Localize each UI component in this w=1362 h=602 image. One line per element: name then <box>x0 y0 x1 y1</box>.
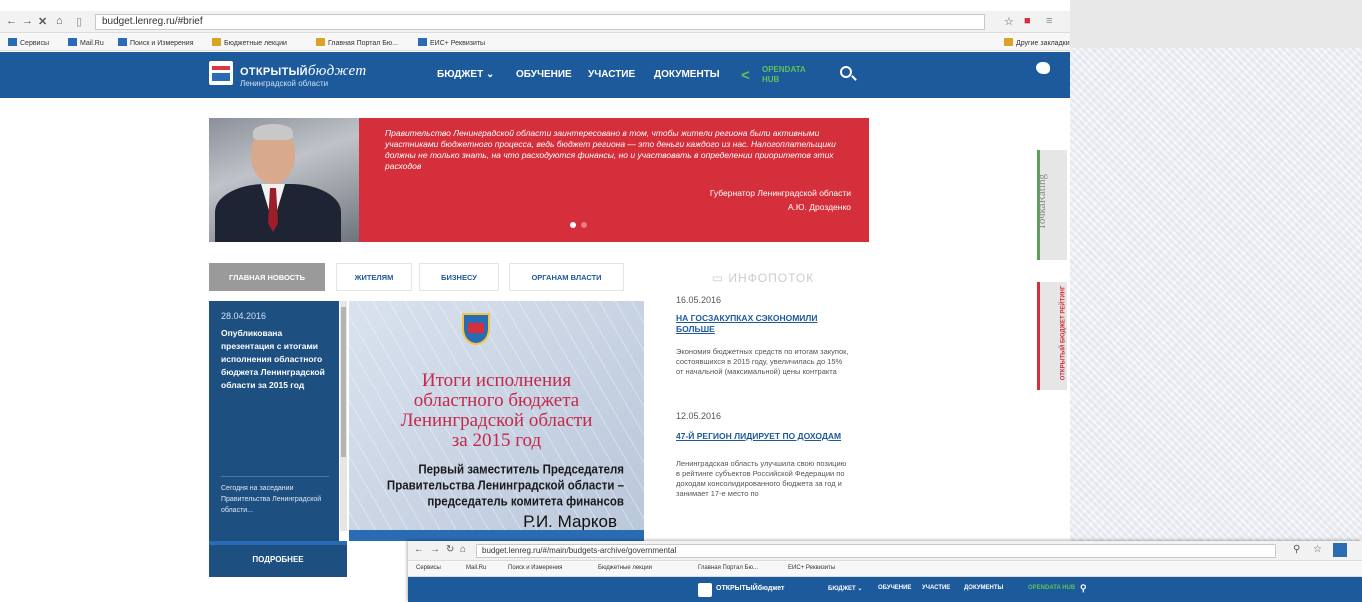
slide-position-line: Первый заместитель Председателя <box>418 463 624 477</box>
bookmark-item[interactable]: Главная Портал Бю... <box>316 38 398 47</box>
site-header: ОТКРЫТЫЙбюджет БЮДЖЕТ ⌄ ОБУЧЕНИЕ УЧАСТИЕ… <box>408 577 1362 602</box>
info-title-link[interactable]: НА ГОСЗАКУПКАХ СЭКОНОМИЛИ БОЛЬШЕ <box>676 313 856 335</box>
opendata-link[interactable]: OPENDATA HUB <box>762 65 822 85</box>
nav-budget[interactable]: БЮДЖЕТ ⌄ <box>437 69 494 80</box>
slide-title-line: областного бюджета <box>413 390 580 411</box>
bookmark-item[interactable]: ЕИС+ Реквизиты <box>418 38 485 47</box>
news-excerpt: Сегодня на заседании Правительства Ленин… <box>221 485 322 514</box>
slide-person-name: Р.И. Марков <box>523 512 617 531</box>
nav-budget[interactable]: БЮДЖЕТ ⌄ <box>828 585 862 592</box>
infopotok-heading: ▭ ИНФОПОТОК <box>711 271 815 285</box>
search-icon[interactable]: ⚲ <box>1080 583 1087 594</box>
news-slide-image[interactable]: Итоги исполнения областного бюджета Лени… <box>349 301 644 541</box>
info-text: Ленинградская область улучшила свою пози… <box>676 459 847 498</box>
site-header: ОТКРЫТЫЙбюджет Ленинградской области БЮД… <box>0 52 1070 98</box>
home-icon[interactable]: ⌂ <box>460 544 466 555</box>
slide-position-line: Правительства Ленинградской области – <box>386 479 624 493</box>
star-icon[interactable]: ☆ <box>1313 544 1322 555</box>
menu-icon[interactable]: ≡ <box>1046 15 1052 27</box>
signature-role: Губернатор Ленинградской области <box>709 188 851 198</box>
divider <box>221 476 329 477</box>
logo-subtitle: Ленинградской области <box>240 79 329 88</box>
bookmark-item[interactable]: ЕИС+ Реквизиты <box>788 565 835 571</box>
twitter-icon[interactable] <box>1036 62 1050 74</box>
nav-education[interactable]: ОБУЧЕНИЕ <box>878 585 911 591</box>
tab-main-news[interactable]: ГЛАВНАЯ НОВОСТЬ <box>209 263 325 291</box>
bookmark-item[interactable]: Бюджетные лекции <box>212 38 287 47</box>
rating-widget[interactable]: ОТКРЫТЫЙ БЮДЖЕТ РЕЙТИНГ <box>1037 282 1067 390</box>
bookmark-item[interactable]: Mail.Ru <box>68 38 104 47</box>
feedback-widget[interactable]: ТочкаRating <box>1036 150 1067 260</box>
more-button[interactable]: ПОДРОБНЕЕ <box>209 541 347 577</box>
page-icon: ▯ <box>76 16 83 28</box>
nav-documents[interactable]: ДОКУМЕНТЫ <box>654 69 720 80</box>
home-icon[interactable]: ⌂ <box>56 15 63 27</box>
tab-residents[interactable]: ЖИТЕЛЯМ <box>336 263 412 291</box>
forward-icon[interactable]: → <box>430 544 440 555</box>
news-date: 28.04.2016 <box>221 311 267 321</box>
bookmark-item[interactable]: Главная Портал Бю... <box>698 565 758 571</box>
logo-title[interactable]: ОТКРЫТЫЙбюджет <box>240 63 366 80</box>
bookmark-item[interactable]: Сервисы <box>416 565 441 571</box>
opendata-link[interactable]: OPENDATA HUB <box>1028 585 1075 591</box>
news-title[interactable]: Опубликована презентация с итогами испол… <box>221 327 331 392</box>
back-icon[interactable]: ← <box>6 15 17 27</box>
hero-quote: Правительство Ленинградской области заин… <box>385 128 836 171</box>
zoom-icon[interactable]: ⚲ <box>1293 544 1300 555</box>
bookmark-item[interactable]: Mail.Ru <box>466 565 486 571</box>
bookmark-item[interactable]: Поиск и Измерения <box>118 38 194 47</box>
slider-dot-active[interactable] <box>570 222 576 228</box>
chat-icon: ▭ <box>711 271 729 285</box>
extension-icon[interactable]: ■ <box>1024 15 1031 27</box>
share-icon: < <box>741 67 750 84</box>
close-icon[interactable]: ✕ <box>38 15 47 28</box>
slide-title-line: Ленинградской области <box>400 410 593 431</box>
governor-photo <box>209 118 359 242</box>
news-scrollbar[interactable] <box>340 301 347 531</box>
extension-icon[interactable] <box>1333 543 1347 557</box>
bookmarks-bar: Сервисы Mail.Ru Поиск и Измерения Бюджет… <box>408 561 1362 577</box>
logo-title[interactable]: ОТКРЫТЫЙбюджет <box>716 585 784 592</box>
logo-icon[interactable] <box>209 61 233 85</box>
bookmarks-bar: Сервисы Mail.Ru Поиск и Измерения Бюджет… <box>0 33 1070 51</box>
coat-of-arms-icon <box>462 313 490 345</box>
nav-participation[interactable]: УЧАСТИЕ <box>922 585 950 591</box>
nav-participation[interactable]: УЧАСТИЕ <box>588 69 635 80</box>
slide-footer <box>349 530 644 541</box>
slide-title-line: за 2015 год <box>451 430 542 451</box>
other-bookmarks[interactable]: Другие закладки <box>1004 38 1070 47</box>
browser-toolbar-extension <box>1070 0 1362 48</box>
info-text: Экономия бюджетных средств по итогам зак… <box>676 347 849 376</box>
url-input[interactable]: budget.lenreg.ru/#/main/budgets-archive/… <box>476 544 1276 558</box>
second-browser-window: ← → ↻ ⌂ budget.lenreg.ru/#/main/budgets-… <box>408 541 1362 602</box>
info-title-link[interactable]: 47-Й РЕГИОН ЛИДИРУЕТ ПО ДОХОДАМ <box>676 431 856 442</box>
nav-documents[interactable]: ДОКУМЕНТЫ <box>964 585 1003 591</box>
info-date: 16.05.2016 <box>676 295 722 305</box>
search-icon[interactable] <box>840 66 852 78</box>
infopotok-panel: ▭ ИНФОПОТОК 16.05.2016 НА ГОСЗАКУПКАХ СЭ… <box>658 263 868 543</box>
address-bar: ← → ✕ ⌂ ▯ budget.lenreg.ru/#brief ☆ ■ ≡ <box>0 11 1070 33</box>
main-news-panel: 28.04.2016 Опубликована презентация с ит… <box>209 301 339 541</box>
reload-icon[interactable]: ↻ <box>446 544 454 555</box>
url-input[interactable]: budget.lenreg.ru/#brief <box>95 14 985 30</box>
hero-banner: Правительство Ленинградской области заин… <box>209 118 869 242</box>
bookmark-item[interactable]: Сервисы <box>8 38 49 47</box>
browser-window: ← → ✕ ⌂ ▯ budget.lenreg.ru/#brief ☆ ■ ≡ … <box>0 0 1070 602</box>
signature-name: А.Ю. Дрозденко <box>787 202 851 212</box>
address-bar: ← → ↻ ⌂ budget.lenreg.ru/#/main/budgets-… <box>408 541 1362 561</box>
bookmark-item[interactable]: Бюджетные лекции <box>598 565 652 571</box>
tab-business[interactable]: БИЗНЕСУ <box>419 263 499 291</box>
slide-position-line: председатель комитета финансов <box>427 495 624 509</box>
logo-icon[interactable] <box>698 583 712 597</box>
slide-title-line: Итоги исполнения <box>421 370 572 391</box>
back-icon[interactable]: ← <box>414 544 424 555</box>
slider-dot[interactable] <box>581 222 587 228</box>
scroll-thumb[interactable] <box>341 307 346 457</box>
nav-education[interactable]: ОБУЧЕНИЕ <box>516 69 572 80</box>
forward-icon[interactable]: → <box>22 15 33 27</box>
bookmark-item[interactable]: Поиск и Измерения <box>508 565 562 571</box>
star-icon[interactable]: ☆ <box>1004 15 1014 28</box>
tab-authorities[interactable]: ОРГАНАМ ВЛАСТИ <box>509 263 624 291</box>
info-date: 12.05.2016 <box>676 411 722 421</box>
